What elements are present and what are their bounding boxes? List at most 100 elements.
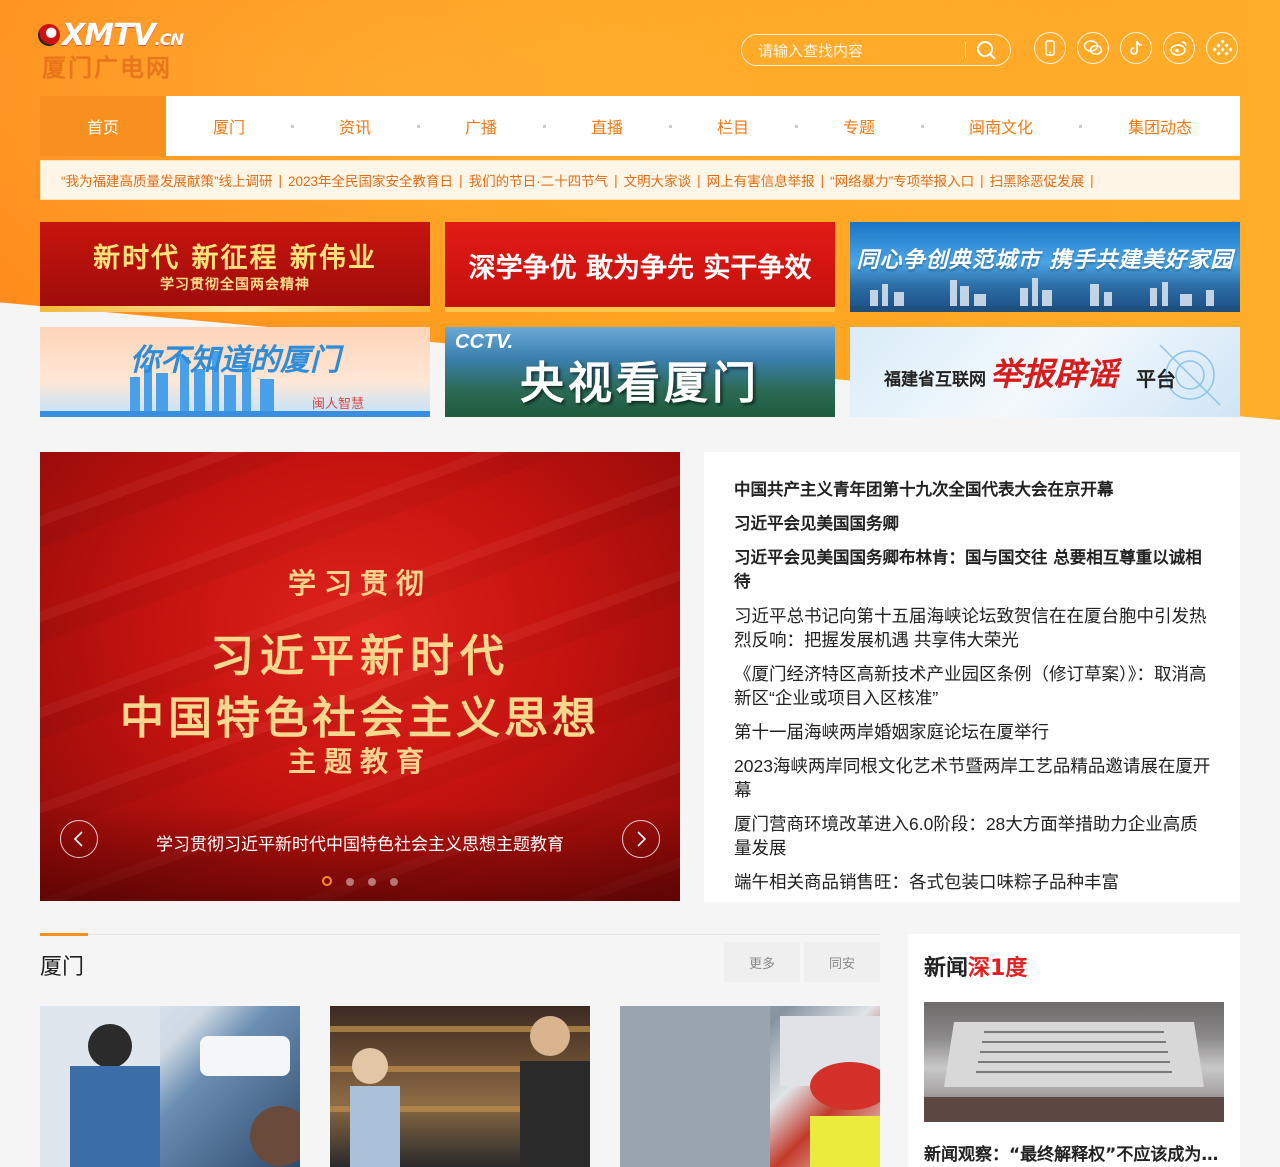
slide-line-3: 中国特色社会主义思想 — [120, 693, 600, 744]
nav-item-news[interactable]: 资讯 — [292, 96, 420, 156]
search-divider — [965, 42, 966, 58]
wechat-button[interactable] — [1077, 32, 1109, 64]
banner-rumor-report[interactable]: 福建省互联网 举报辟谣 平台 — [850, 327, 1240, 417]
quick-link[interactable]: 网上有害信息举报 — [707, 170, 815, 190]
quick-link[interactable]: 2023年全民国家安全教育日 — [288, 170, 453, 190]
city-skyline-image — [850, 278, 1240, 312]
nav-label: 直播 — [590, 120, 623, 137]
app-grid-icon — [1212, 39, 1232, 56]
news-depth-logo[interactable]: 新闻深1度 — [924, 950, 1027, 982]
nav-label: 厦门 — [212, 120, 245, 137]
xiamen-news-thumbnail[interactable] — [330, 1006, 590, 1167]
carousel-dot[interactable] — [346, 878, 354, 886]
headline-item[interactable]: 厦门营商环境改革进入6.0阶段：28大方面举措助力企业高质量发展 — [734, 812, 1212, 860]
carousel-dot[interactable] — [390, 878, 398, 886]
featured-carousel[interactable]: 学习贯彻 习近平新时代 中国特色社会主义思想 主题教育 学习贯彻习近平新时代中国… — [40, 452, 680, 901]
nav-label: 集团动态 — [1127, 120, 1192, 137]
headline-item[interactable]: 中国共产主义青年团第十九次全国代表大会在京开幕 — [734, 478, 1212, 502]
quick-link[interactable]: “网络暴力”专项举报入口 — [830, 170, 974, 190]
weibo-icon — [1170, 41, 1187, 56]
section-accent-line — [40, 933, 88, 936]
news-depth-logo-b: 深1度 — [968, 956, 1028, 981]
nav-item-xiamen[interactable]: 厦门 — [166, 96, 294, 156]
site-logo[interactable]: XMTV.CN 厦门广电网 — [38, 18, 200, 82]
section-tongan-tab[interactable]: 同安 — [804, 942, 880, 982]
link-separator: | — [980, 172, 984, 188]
banner-title: 新时代 新征程 新伟业 — [93, 243, 377, 274]
link-separator: | — [1090, 172, 1094, 188]
banner-subtitle: 学习贯彻全国两会精神 — [160, 277, 310, 293]
quick-link[interactable]: 我们的节日·二十四节气 — [469, 170, 609, 190]
slide-caption[interactable]: 学习贯彻习近平新时代中国特色社会主义思想主题教育 — [40, 830, 680, 855]
link-separator: | — [820, 172, 825, 188]
mobile-icon — [1045, 40, 1055, 56]
nav-label: 专题 — [842, 120, 875, 137]
nav-item-group-news[interactable]: 集团动态 — [1080, 96, 1240, 156]
headline-item[interactable]: 习近平总书记向第十五届海峡论坛致贺信在在厦台胞中引发热烈反响：把握发展机遇 共享… — [734, 604, 1212, 652]
search-button[interactable] — [974, 38, 1000, 64]
nav-label: 首页 — [86, 120, 119, 137]
weibo-button[interactable] — [1163, 32, 1195, 64]
banner-strive[interactable]: 深学争优 敢为争先 实干争效 — [445, 222, 835, 312]
banner-new-era[interactable]: 新时代 新征程 新伟业 学习贯彻全国两会精神 — [40, 222, 430, 312]
news-depth-panel: 新闻深1度 新闻观察：“最终解释权”不应该成为商家的“免责金牌” — [908, 934, 1240, 1167]
quick-link[interactable]: 文明大家谈 — [624, 170, 692, 190]
carousel-pagination — [40, 876, 680, 886]
slide-line-1: 学习贯彻 — [287, 567, 432, 600]
banner-title: 你不知道的厦门 — [130, 343, 340, 378]
section-more-tab[interactable]: 更多 — [724, 942, 800, 982]
banner-title: 央视看厦门 — [520, 358, 760, 409]
slide-line-4: 主题教育 — [287, 745, 432, 778]
xiamen-news-thumbnail[interactable] — [620, 1006, 880, 1167]
news-depth-logo-a: 新闻 — [924, 956, 969, 981]
xiamen-news-thumbnail[interactable] — [40, 1006, 300, 1167]
banner-gold-edge — [40, 306, 430, 312]
main-nav: 首页 厦门 资讯 广播 直播 栏目 专题 闽南文化 集团动态 — [40, 96, 1240, 156]
nav-item-live[interactable]: 直播 — [544, 96, 672, 156]
headline-item[interactable]: 习近平会见美国国务卿布林肯：国与国交往 总要相互尊重以诚相待 — [734, 546, 1212, 594]
link-separator: | — [459, 172, 463, 188]
banner-title-prefix: 福建省互联网 — [884, 370, 986, 390]
quick-link[interactable]: 扫黑除恶促发展 — [990, 170, 1085, 190]
headline-item[interactable]: 端午相关商品销售旺：各式包装口味粽子品种丰富 — [734, 870, 1212, 894]
banner-title: 同心争创典范城市 携手共建美好家园 — [856, 248, 1234, 273]
nav-item-radio[interactable]: 广播 — [418, 96, 546, 156]
banner-cctv-xiamen[interactable]: CCTV. 央视看厦门 — [445, 327, 835, 417]
news-depth-caption[interactable]: 新闻观察：“最终解释权”不应该成为商家的“免责金牌” — [924, 1140, 1224, 1165]
banner-title-suffix: 平台 — [1136, 367, 1176, 391]
section-xiamen-header: 厦门 更多 同安 — [40, 933, 880, 987]
nav-label: 闽南文化 — [968, 120, 1033, 137]
quick-link[interactable]: “我为福建高质量发展献策”线上调研 — [61, 170, 273, 190]
news-photo-image — [330, 1016, 590, 1167]
device-photo-image — [924, 1022, 1224, 1122]
nav-item-minnan-culture[interactable]: 闽南文化 — [922, 96, 1082, 156]
nav-item-topics[interactable]: 专题 — [796, 96, 924, 156]
wechat-icon — [1083, 40, 1103, 55]
nav-item-columns[interactable]: 栏目 — [670, 96, 798, 156]
banner-model-city[interactable]: 同心争创典范城市 携手共建美好家园 — [850, 222, 1240, 312]
search-input[interactable] — [756, 39, 960, 63]
nav-item-home[interactable]: 首页 — [40, 96, 166, 156]
headline-item[interactable]: 第十一届海峡两岸婚姻家庭论坛在厦举行 — [734, 720, 1212, 744]
nav-label: 资讯 — [338, 120, 371, 137]
headline-item[interactable]: 习近平会见美国国务卿 — [734, 512, 1212, 536]
douyin-icon — [1130, 40, 1143, 55]
banner-unknown-xiamen[interactable]: 你不知道的厦门 闽人智慧 — [40, 327, 430, 417]
slide-line-2: 习近平新时代 — [210, 631, 510, 682]
search-box — [741, 34, 1011, 66]
banner-subtitle: 闽人智慧 — [312, 397, 365, 412]
section-title: 厦门 — [40, 954, 85, 979]
news-depth-image[interactable] — [924, 1002, 1224, 1122]
quick-links-bar: “我为福建高质量发展献策”线上调研 | 2023年全民国家安全教育日 | 我们的节日… — [40, 160, 1240, 200]
carousel-dot[interactable] — [368, 878, 376, 886]
carousel-dot[interactable] — [322, 876, 332, 886]
nav-label: 广播 — [464, 120, 497, 137]
headline-item[interactable]: 2023海峡两岸同根文化艺术节暨两岸工艺品精品邀请展在厦开幕 — [734, 754, 1212, 802]
chevron-right-icon — [637, 831, 647, 847]
headline-item[interactable]: 《厦门经济特区高新技术产业园区条例（修订草案）》：取消高新区“企业或项目入区核准… — [734, 662, 1212, 710]
mobile-button[interactable] — [1034, 32, 1066, 64]
app-grid-button[interactable] — [1206, 32, 1238, 64]
carousel-next-button[interactable] — [622, 820, 660, 858]
douyin-button[interactable] — [1120, 32, 1152, 64]
link-separator: | — [697, 172, 701, 188]
